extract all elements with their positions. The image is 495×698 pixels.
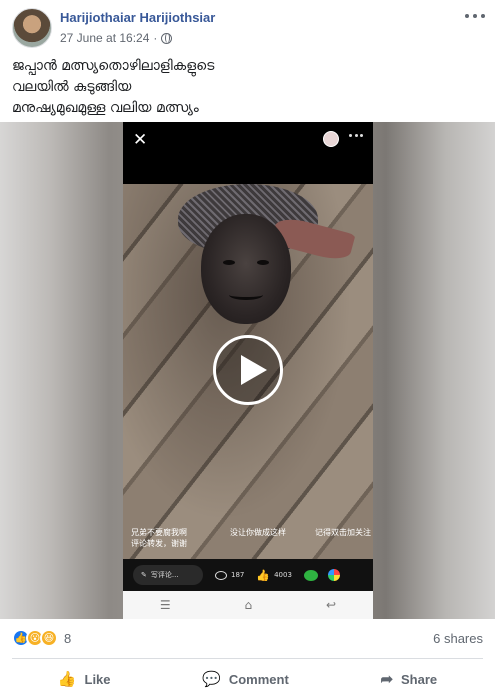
more-options-button[interactable] [465, 8, 485, 24]
post-meta: 27 June at 16:24 · [60, 31, 173, 45]
comment-placeholder: 写评论... [150, 571, 179, 579]
thumbs-up-icon: 👍 [256, 568, 271, 582]
comment-button[interactable]: 💬 Comment [202, 670, 289, 688]
wechat-icon [303, 569, 318, 581]
share-count[interactable]: 6 shares [433, 631, 483, 646]
fish-mouth [229, 290, 263, 300]
moments-icon [327, 569, 340, 581]
reaction-count: 8 [64, 630, 72, 646]
post-actions: 👍 Like 💬 Comment ➦ Share [12, 662, 483, 696]
post-text: ജപ്പാൻ മത്സ്യതൊഴിലാളികളുടെ വലയിൽ കുടുങ്ങ… [12, 56, 482, 119]
video-player[interactable]: ✕ 兄弟不要腐我啊 评论转发，谢谢 没让你做成这样 记得双击加关注 ✎ 写评论.… [0, 122, 495, 619]
meta-separator: · [153, 31, 158, 45]
comment-count: 187 [231, 571, 245, 579]
comment-icon: 💬 [202, 671, 221, 688]
fish-eye [257, 260, 269, 265]
comment-label: Comment [228, 671, 289, 687]
close-icon: ✕ [133, 130, 148, 150]
like-count: 4003 [274, 571, 292, 579]
dot-icon [465, 14, 469, 18]
timestamp[interactable]: 27 June at 16:24 [60, 31, 149, 45]
comment-box: ✎ 写评论... [133, 565, 203, 585]
share-label: Share [401, 671, 438, 687]
like-label: Like [84, 671, 111, 687]
thumbs-up-icon: 👍 [57, 671, 77, 688]
post-text-line: ജപ്പാൻ മത്സ്യതൊഴിലാളികളുടെ [12, 58, 215, 74]
more-icon [349, 134, 363, 137]
subtitle-mid: 没让你做成这样 [230, 528, 286, 537]
back-icon: ↩ [326, 598, 337, 612]
phone-nav-bar: ☰ ⌂ ↩ [123, 591, 373, 619]
dot-icon [473, 14, 477, 18]
fish-face [201, 214, 291, 324]
post-text-line: മനുഷ്യമുഖമുള്ള വലിയ മത്സ്യം [12, 100, 199, 116]
post-header: Harijiothaiar Harijiothsiar 27 June at 1… [0, 0, 495, 52]
like-button[interactable]: 👍 Like [58, 670, 111, 688]
reactions-summary[interactable]: 👍 😮 😆 8 [12, 629, 71, 647]
phone-action-bar: ✎ 写评论... 187 👍 4003 [123, 559, 373, 591]
pencil-icon: ✎ [141, 571, 147, 579]
play-button[interactable] [213, 335, 283, 405]
home-icon: ⌂ [244, 598, 253, 612]
mini-avatar [323, 131, 339, 147]
menu-icon: ☰ [159, 598, 171, 612]
divider [12, 658, 483, 659]
subtitle-left: 兄弟不要腐我啊 评论转发，谢谢 [131, 528, 187, 548]
fish-eye [223, 260, 235, 265]
like-stat: 👍 4003 [256, 569, 292, 582]
share-arrow-icon: ➦ [380, 671, 394, 688]
author-name[interactable]: Harijiothaiar Harijiothsiar [60, 10, 215, 25]
avatar[interactable] [12, 8, 52, 48]
video-subtitles: 兄弟不要腐我啊 评论转发，谢谢 没让你做成这样 记得双击加关注 [131, 527, 371, 549]
share-button[interactable]: ➦ Share [380, 670, 437, 688]
phone-top-bar: ✕ [123, 122, 373, 184]
comment-bubble-icon [215, 570, 227, 580]
post-text-line: വലയിൽ കുടുങ്ങിയ [12, 79, 132, 95]
subtitle-right: 记得双击加关注 [315, 528, 371, 537]
comment-stat: 187 [215, 570, 245, 580]
dot-icon [481, 14, 485, 18]
haha-reaction-icon: 😆 [40, 629, 58, 647]
globe-icon [161, 32, 173, 44]
